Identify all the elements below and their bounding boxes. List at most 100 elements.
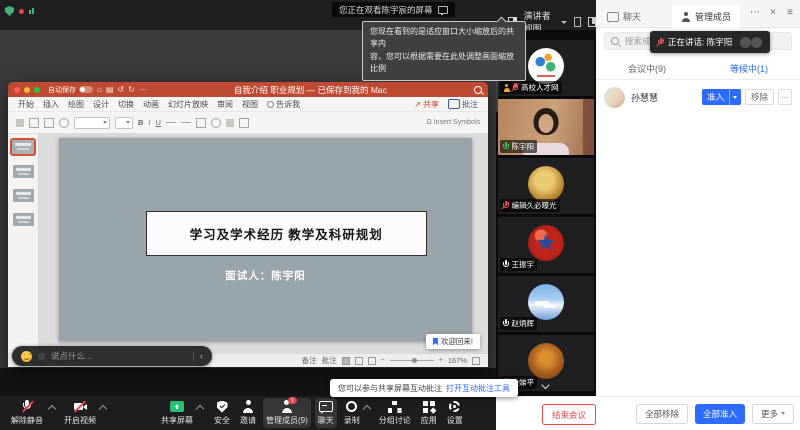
slide-thumbnail-4[interactable] (13, 213, 34, 226)
bold-icon[interactable]: B (138, 118, 143, 127)
zoom-percent[interactable]: 167% (448, 356, 467, 365)
video-options-chevron[interactable] (99, 405, 107, 413)
fullscreen-icon[interactable] (574, 17, 581, 27)
admit-dropdown-icon[interactable] (729, 89, 741, 105)
chevron-down-icon[interactable] (561, 21, 567, 24)
share-options-chevron[interactable] (196, 405, 204, 413)
video-tile[interactable]: 编辑久必曝光 (498, 158, 594, 214)
zoom-out-icon[interactable]: − (381, 357, 385, 364)
ppt-comments-button[interactable]: 批注 (448, 99, 478, 110)
tab-chat[interactable]: 聊天 (598, 5, 650, 28)
video-tile[interactable]: 王振宇 (498, 217, 594, 273)
cut-icon[interactable] (29, 118, 39, 128)
panel-more-icon[interactable]: ⋯ (750, 8, 760, 18)
tab-animations[interactable]: 动画 (143, 99, 159, 110)
more-button[interactable]: 更多 (752, 404, 794, 424)
tab-in-meeting[interactable]: 会议中(9) (596, 62, 698, 75)
tab-waiting[interactable]: 等候中(1) (698, 62, 800, 75)
home-icon[interactable]: ⌂ (97, 85, 102, 94)
record-button[interactable]: 录制 (341, 398, 363, 428)
more-commands-icon[interactable]: ⋯ (139, 85, 147, 94)
tab-transitions[interactable]: 切换 (118, 99, 134, 110)
video-tile[interactable]: 赵炳辉 (498, 276, 594, 332)
say-something-placeholder[interactable]: 说点什么... (51, 350, 92, 362)
format-painter-icon[interactable] (59, 118, 69, 128)
zoom-in-icon[interactable]: + (439, 357, 443, 364)
save-icon[interactable]: ▤ (106, 85, 114, 94)
reaction-bar[interactable]: 说点什么... ‹ (12, 346, 212, 366)
shape-fill-icon[interactable] (211, 118, 221, 128)
tab-draw[interactable]: 绘图 (68, 99, 84, 110)
video-tile-speaking[interactable]: 陈宇阳 (498, 99, 594, 155)
arrange-icon[interactable] (226, 119, 234, 127)
zoom-slider[interactable] (390, 360, 434, 361)
ppt-search-icon[interactable] (474, 86, 482, 94)
redo-icon[interactable]: ↻ (128, 85, 135, 94)
ppt-share-button[interactable]: ↗共享 (414, 99, 439, 110)
font-select[interactable] (74, 117, 110, 129)
settings-button[interactable]: 设置 (444, 398, 466, 428)
breakout-rooms-button[interactable]: 分组讨论 (376, 398, 414, 428)
autosave-switch-icon[interactable] (79, 86, 93, 93)
toggle-sidebar-icon[interactable] (588, 17, 596, 27)
emoji-smiley-icon[interactable] (21, 351, 32, 362)
comments-button[interactable]: 批注 (322, 355, 337, 366)
shapes-icon[interactable] (196, 118, 206, 128)
unmute-button[interactable]: 解除静音 (8, 398, 46, 428)
zoom-traffic-light[interactable] (34, 87, 40, 93)
tab-slideshow[interactable]: 幻灯片放映 (168, 99, 208, 110)
tab-design[interactable]: 设计 (93, 99, 109, 110)
collapse-strip-chevron[interactable] (543, 382, 550, 389)
tab-view[interactable]: 视图 (242, 99, 258, 110)
tab-insert[interactable]: 插入 (43, 99, 59, 110)
remove-button[interactable]: 移除 (745, 89, 774, 105)
manage-members-button[interactable]: 1 管理成员(9) (263, 398, 311, 428)
minimize-traffic-light[interactable] (24, 87, 30, 93)
tab-home[interactable]: 开始 (18, 99, 34, 110)
tab-manage-members[interactable]: 管理成员 (672, 5, 740, 28)
normal-view-icon[interactable] (342, 357, 350, 365)
end-meeting-button[interactable]: 结束会议 (542, 404, 596, 425)
fit-slide-icon[interactable] (472, 357, 480, 365)
zoom-tooltip-line1: 您现在看到的是适应窗口大小缩放后的共享内 (370, 26, 518, 51)
autosave-toggle[interactable]: 自动保存 (48, 85, 93, 95)
undo-icon[interactable]: ↺ (117, 85, 124, 94)
share-screen-button[interactable]: 共享屏幕 (158, 398, 196, 428)
tab-review[interactable]: 审阅 (217, 99, 233, 110)
slide-thumbnail-3[interactable] (13, 189, 34, 202)
chat-button[interactable]: 聊天 (315, 398, 337, 428)
waiting-member-row[interactable]: 孙慧慧 准入 移除 ⋯ (596, 82, 800, 112)
tell-me[interactable]: 告诉我 (267, 99, 300, 110)
start-video-button[interactable]: 开启视频 (61, 398, 99, 428)
insert-symbols-group[interactable]: ΩInsert Symbols (426, 119, 480, 126)
slide-sorter-icon[interactable] (355, 357, 363, 365)
record-options-chevron[interactable] (363, 405, 371, 413)
slideshow-view-icon[interactable] (368, 357, 376, 365)
member-more-button[interactable]: ⋯ (778, 89, 792, 105)
security-button[interactable]: 安全 (211, 398, 233, 428)
font-size-select[interactable] (115, 117, 133, 129)
panel-close-icon[interactable]: × (770, 8, 776, 18)
italic-icon[interactable]: I (148, 118, 150, 127)
slide-thumbnail-2[interactable] (13, 165, 34, 178)
copy-icon[interactable] (44, 118, 54, 128)
align-left-icon[interactable] (166, 122, 176, 123)
slide-thumbnail-1[interactable] (12, 140, 34, 154)
paste-icon[interactable] (16, 119, 24, 127)
admit-button[interactable]: 准入 (702, 89, 741, 105)
notes-button[interactable]: 备注 (302, 355, 317, 366)
invite-button[interactable]: 邀请 (237, 398, 259, 428)
quick-styles-icon[interactable] (239, 118, 249, 128)
underline-icon[interactable]: U (156, 118, 161, 127)
collapse-left-icon[interactable]: ‹ (200, 352, 203, 361)
welcome-back-badge[interactable]: 欢迎回来! (426, 334, 480, 349)
open-annotation-tools-link[interactable]: 打开互动批注工具 (446, 383, 510, 394)
panel-menu-icon[interactable]: ≡ (787, 8, 793, 18)
remove-all-button[interactable]: 全部移除 (636, 404, 688, 424)
apps-button[interactable]: 应用 (418, 398, 440, 428)
mic-options-chevron[interactable] (48, 405, 56, 413)
reaction-extra-icon[interactable] (38, 353, 45, 360)
align-center-icon[interactable] (181, 122, 191, 123)
admit-all-button[interactable]: 全部准入 (695, 404, 745, 424)
close-traffic-light[interactable] (14, 87, 20, 93)
